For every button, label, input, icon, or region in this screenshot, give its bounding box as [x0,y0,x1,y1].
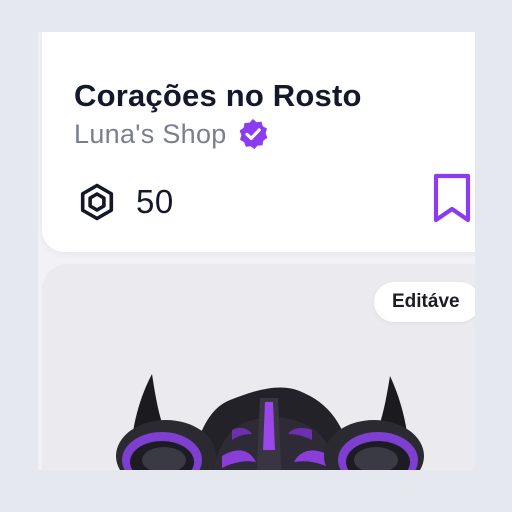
robux-icon [80,183,114,221]
creator-row: Luna's Shop [74,116,269,152]
editable-badge-label: Editáve [392,291,460,312]
creator-name-link[interactable]: Luna's Shop [74,119,227,150]
bookmark-icon[interactable] [432,172,472,226]
item-title: Corações no Rosto [74,78,362,113]
catalog-viewport: Corações no Rosto Luna's Shop 50 Editáve [38,32,475,470]
respirator-mask-image [116,374,424,470]
price-row: 50 [78,182,174,222]
item-price: 50 [136,183,174,220]
editable-badge: Editáve [374,282,475,322]
verified-badge-icon [239,119,267,149]
